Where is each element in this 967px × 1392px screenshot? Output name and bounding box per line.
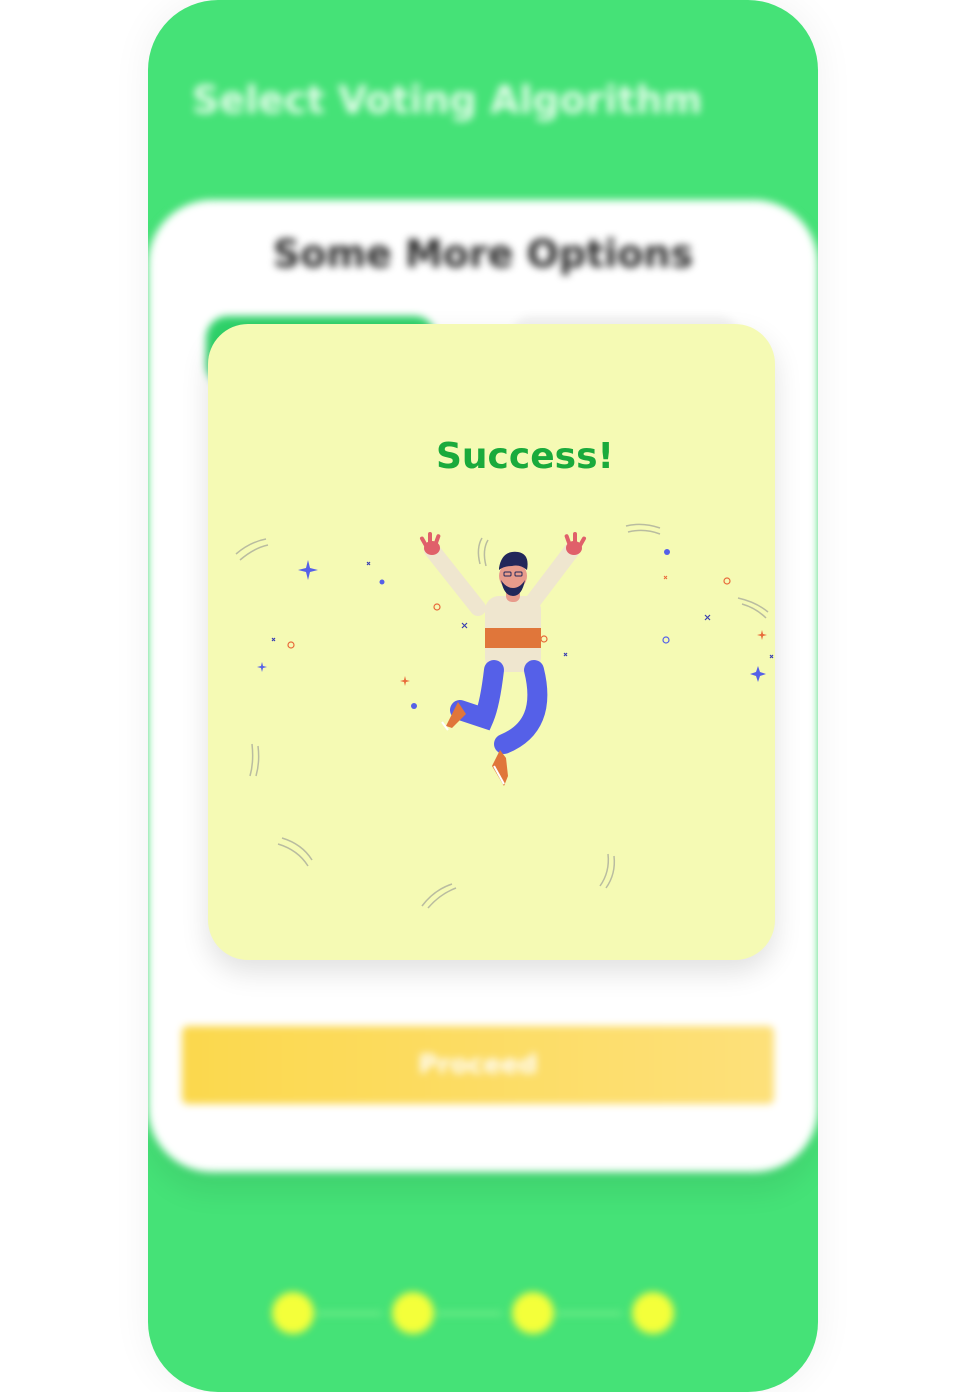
jumping-man [420,532,586,786]
celebration-illustration [235,523,774,909]
step-4-dot [632,1292,674,1334]
proceed-button[interactable]: Proceed [182,1026,774,1104]
panel-title: Some More Options [272,232,694,276]
step-3-dot [512,1292,554,1334]
page-title: Select Voting Algorithm [192,78,703,122]
success-title: Success! [436,436,614,477]
success-modal[interactable]: Success! [208,324,775,960]
step-connector [436,1312,502,1315]
step-connector [556,1312,622,1315]
progress-stepper [148,1292,818,1338]
step-connector [316,1312,382,1315]
app-screen: Select Voting Algorithm Some More Option… [0,0,967,1392]
step-2-dot [392,1292,434,1334]
step-1-dot [272,1292,314,1334]
